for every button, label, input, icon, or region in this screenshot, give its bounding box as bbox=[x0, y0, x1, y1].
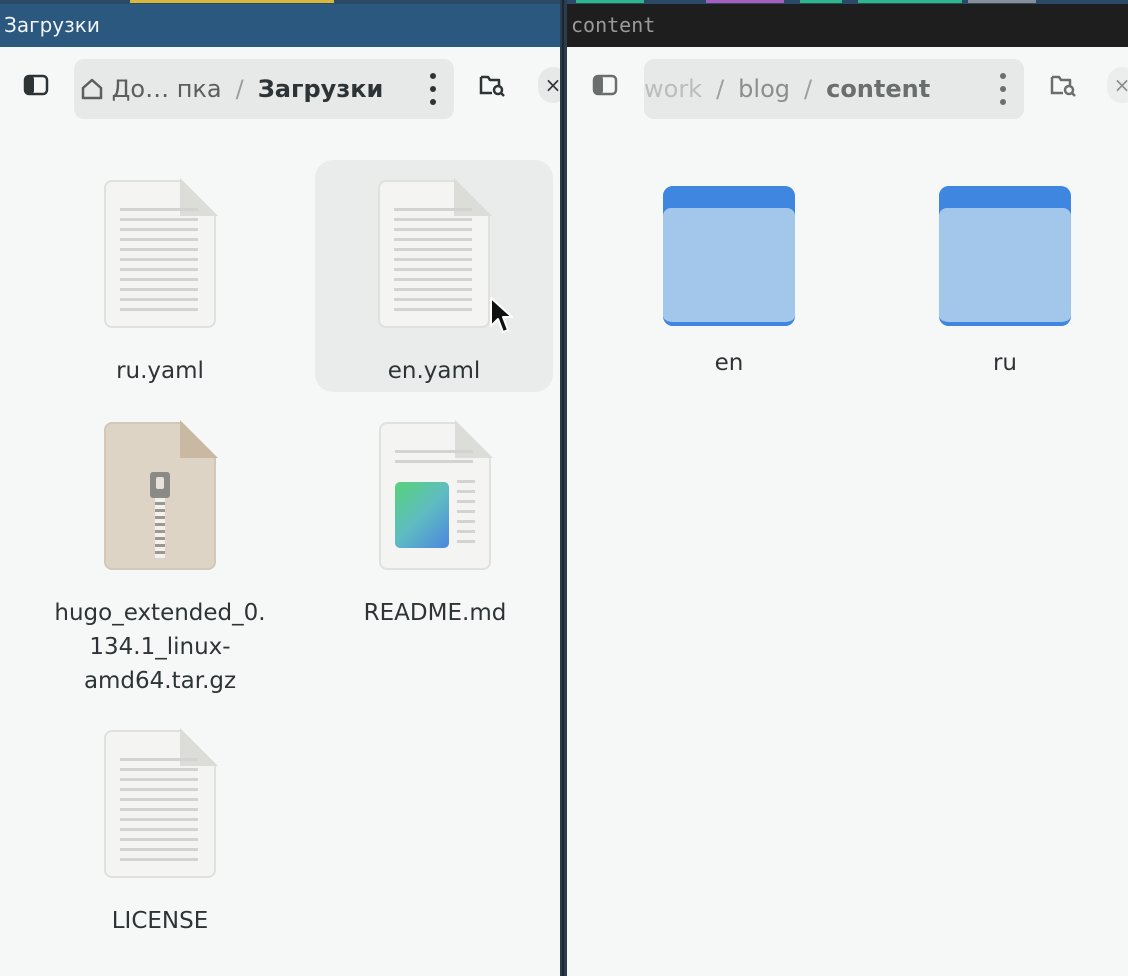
headerbar: work / blog / content × bbox=[567, 47, 1128, 132]
text-file-icon bbox=[104, 178, 218, 328]
home-icon bbox=[81, 78, 103, 100]
file-item-selected[interactable]: en.yaml bbox=[315, 160, 553, 392]
sidebar-toggle-button[interactable] bbox=[18, 67, 54, 103]
mouse-pointer-icon bbox=[490, 297, 513, 333]
right-file-manager-window: content work / blog / content × en ru bbox=[567, 4, 1128, 976]
kebab-menu-icon[interactable] bbox=[428, 73, 438, 105]
window-divider[interactable] bbox=[560, 0, 567, 976]
sidebar-toggle-icon bbox=[592, 74, 618, 96]
breadcrumb-current[interactable]: Загрузки bbox=[250, 75, 392, 103]
folder-name: ru bbox=[992, 350, 1018, 376]
file-item[interactable]: hugo_extended_0.134.1_linux-amd64.tar.gz bbox=[40, 420, 280, 694]
file-name: en.yaml bbox=[387, 358, 481, 384]
folder-search-icon bbox=[479, 75, 505, 97]
path-bar: work / blog / content bbox=[644, 59, 1024, 119]
close-icon: × bbox=[1113, 73, 1128, 97]
breadcrumb-segment[interactable]: blog bbox=[730, 75, 798, 103]
folder-item[interactable]: ru bbox=[885, 186, 1125, 396]
search-folder-button[interactable] bbox=[474, 67, 510, 103]
folder-search-icon bbox=[1050, 75, 1076, 97]
sidebar-toggle-button[interactable] bbox=[587, 67, 623, 103]
file-name: LICENSE bbox=[111, 908, 209, 934]
file-item[interactable]: ru.yaml bbox=[40, 178, 280, 390]
archive-file-icon bbox=[104, 420, 218, 570]
folder-icon bbox=[663, 186, 795, 326]
left-file-manager-window: Загрузки До… пка / Загрузки × ru.yaml en… bbox=[0, 4, 560, 976]
search-folder-button[interactable] bbox=[1045, 67, 1081, 103]
close-icon: × bbox=[544, 73, 560, 97]
kebab-menu-icon[interactable] bbox=[998, 73, 1008, 105]
folder-name: en bbox=[714, 350, 744, 376]
close-button[interactable]: × bbox=[1107, 67, 1128, 103]
headerbar: До… пка / Загрузки × bbox=[0, 47, 560, 132]
sidebar-toggle-icon bbox=[23, 74, 49, 96]
file-name: README.md bbox=[363, 600, 507, 626]
file-item[interactable]: LICENSE bbox=[40, 728, 280, 940]
window-title: Загрузки bbox=[0, 4, 560, 47]
file-item[interactable]: README.md bbox=[315, 420, 555, 632]
markdown-file-icon bbox=[379, 420, 493, 570]
path-bar: До… пка / Загрузки bbox=[74, 59, 454, 119]
breadcrumb-current[interactable]: content bbox=[818, 75, 938, 103]
folder-icon bbox=[939, 186, 1071, 326]
breadcrumb-home[interactable]: До… пка bbox=[74, 75, 230, 103]
file-name: hugo_extended_0.134.1_linux-amd64.tar.gz bbox=[54, 600, 266, 694]
text-file-icon bbox=[104, 728, 218, 878]
file-name: ru.yaml bbox=[116, 358, 204, 384]
close-button[interactable]: × bbox=[538, 67, 560, 103]
window-title: content bbox=[567, 4, 1128, 47]
folder-item[interactable]: en bbox=[609, 186, 849, 396]
text-file-icon bbox=[378, 178, 492, 328]
breadcrumb-segment[interactable]: work bbox=[644, 75, 710, 103]
